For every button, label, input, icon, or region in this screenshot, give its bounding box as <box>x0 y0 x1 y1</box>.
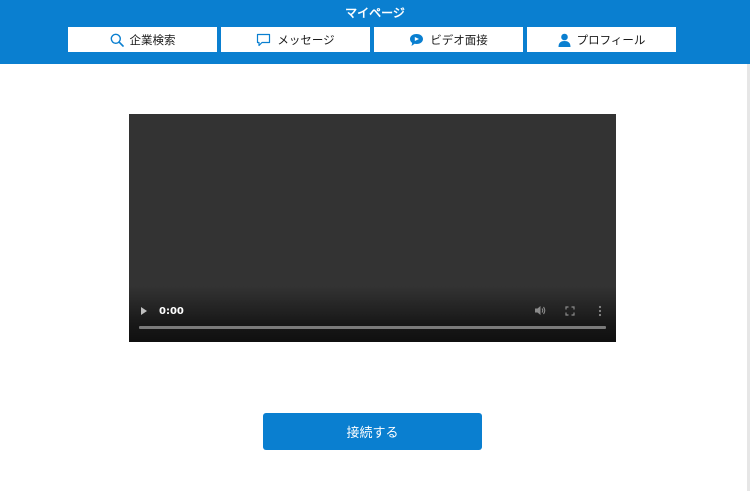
nav-messages[interactable]: メッセージ <box>221 27 370 52</box>
nav-label: ビデオ面接 <box>430 32 488 47</box>
nav-video-interview[interactable]: ビデオ面接 <box>374 27 523 52</box>
video-player[interactable]: 0:00 <box>129 114 616 342</box>
search-icon <box>110 33 124 47</box>
nav-label: メッセージ <box>277 32 335 47</box>
more-options-icon[interactable] <box>598 305 602 317</box>
video-time: 0:00 <box>159 306 184 317</box>
app-header: マイページ 企業検索 メッセージ ビデオ面接 プロフィール <box>0 0 750 64</box>
fullscreen-icon[interactable] <box>565 306 575 316</box>
nav-profile[interactable]: プロフィール <box>527 27 676 52</box>
video-progress-track[interactable] <box>139 326 606 329</box>
nav-label: 企業検索 <box>129 32 176 47</box>
nav-label: プロフィール <box>576 32 646 47</box>
message-icon <box>257 33 271 46</box>
main-nav: 企業検索 メッセージ ビデオ面接 プロフィール <box>68 27 676 52</box>
nav-company-search[interactable]: 企業検索 <box>68 27 217 52</box>
volume-icon[interactable] <box>534 305 546 316</box>
user-icon <box>558 33 571 47</box>
video-chat-icon <box>410 33 424 46</box>
page-title: マイページ <box>345 6 405 20</box>
play-icon[interactable] <box>141 307 147 315</box>
connect-button[interactable]: 接続する <box>263 413 482 450</box>
